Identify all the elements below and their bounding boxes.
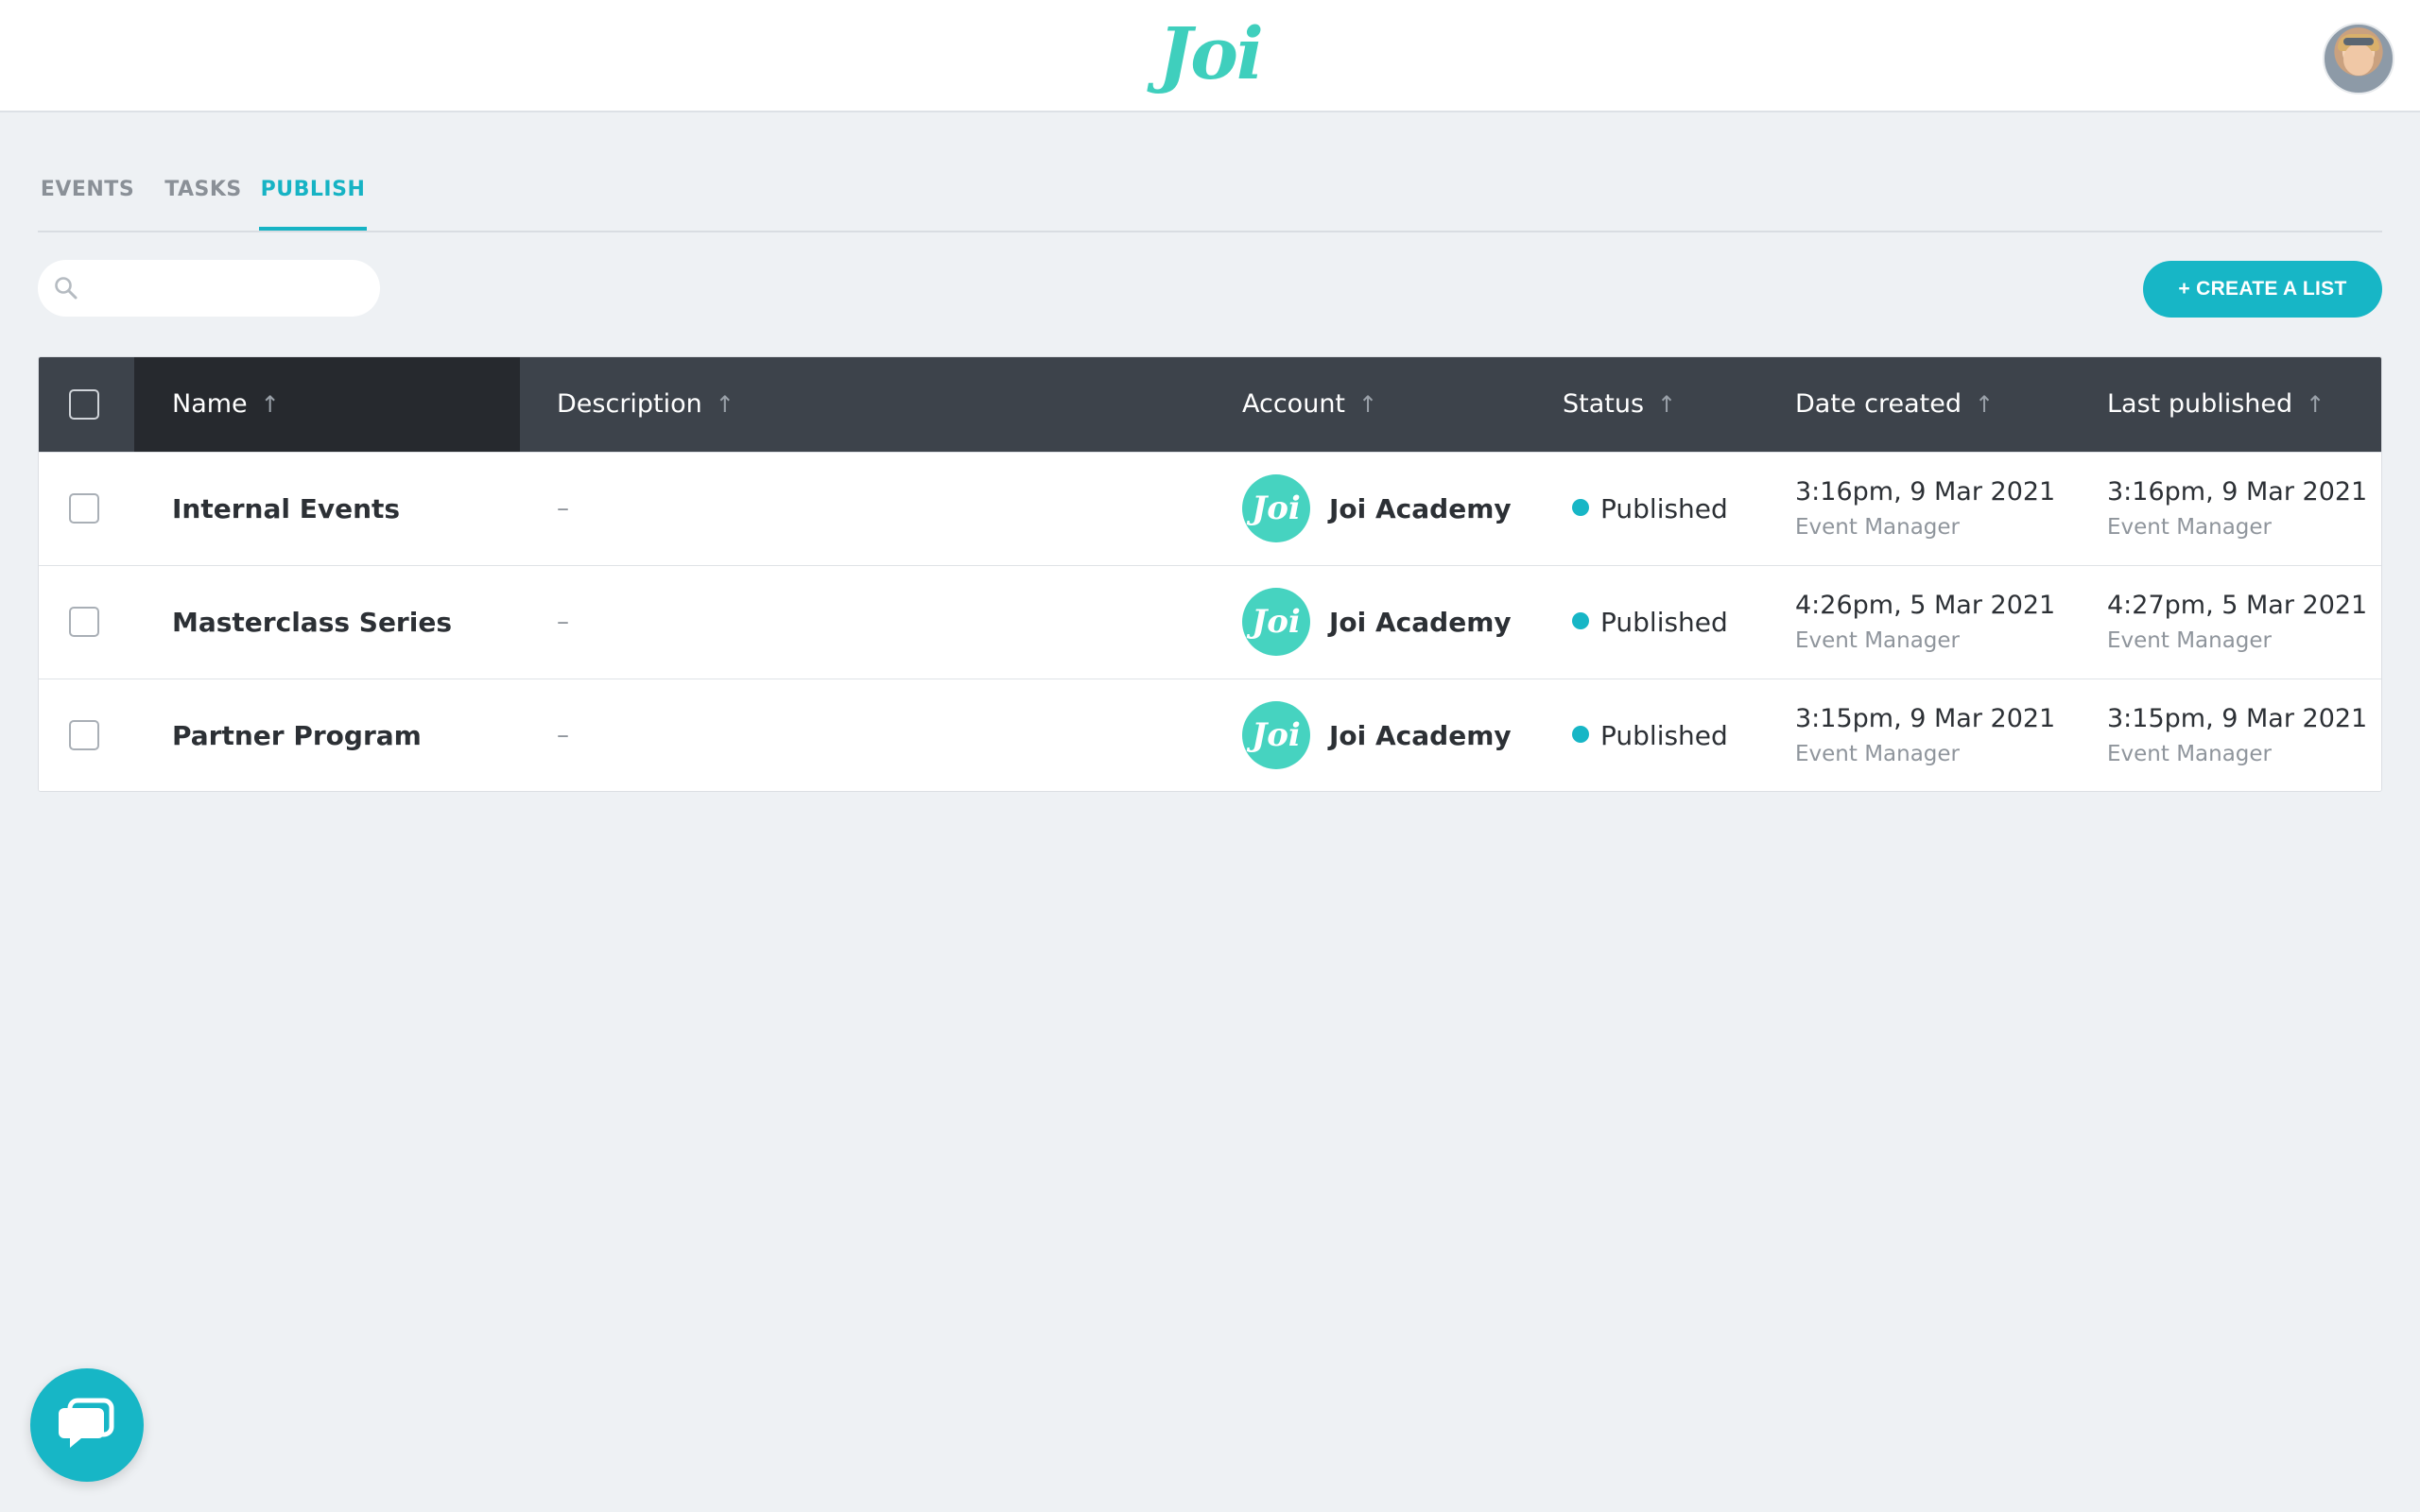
status-badge: Published (1572, 566, 1728, 679)
column-header-label: Name (172, 389, 248, 419)
arrow-up-icon: ↑ (2306, 391, 2325, 418)
column-header-label: Last published (2107, 389, 2293, 419)
tab-events[interactable]: EVENTS (38, 161, 137, 229)
list-name[interactable]: Masterclass Series (172, 566, 452, 679)
account-logo: Joi (1242, 701, 1310, 769)
list-name[interactable]: Internal Events (172, 453, 400, 565)
last-published-value: 3:16pm, 9 Mar 2021 (2107, 477, 2368, 507)
tab-bar: EVENTS TASKS PUBLISH (38, 161, 2382, 232)
published-by: Event Manager (2107, 742, 2273, 766)
status-badge: Published (1572, 453, 1728, 565)
select-all-checkbox[interactable] (69, 389, 99, 420)
arrow-up-icon: ↑ (1657, 391, 1677, 418)
date-created-value: 4:26pm, 5 Mar 2021 (1795, 591, 2056, 620)
table-row[interactable]: Partner Program – Joi Joi Academy Publis… (39, 679, 2381, 791)
account-name: Joi Academy (1329, 720, 1512, 751)
tab-publish[interactable]: PUBLISH (259, 161, 367, 231)
status-dot-icon (1572, 726, 1589, 743)
column-header-name[interactable]: Name ↑ (172, 357, 280, 452)
top-bar: Joi (0, 0, 2420, 112)
user-avatar[interactable] (2323, 23, 2394, 94)
status-badge: Published (1572, 679, 1728, 791)
column-header-date-created[interactable]: Date created ↑ (1795, 357, 1994, 452)
date-created: 3:16pm, 9 Mar 2021 Event Manager (1795, 475, 2055, 543)
account-name: Joi Academy (1329, 607, 1512, 638)
date-created: 3:15pm, 9 Mar 2021 Event Manager (1795, 702, 2055, 770)
search-input[interactable] (95, 269, 363, 309)
published-by: Event Manager (2107, 515, 2273, 540)
search-box (38, 260, 380, 317)
lists-table: Name ↑ Description ↑ Account ↑ Status ↑ Date… (38, 356, 2382, 792)
list-description: – (557, 721, 569, 749)
status-dot-icon (1572, 612, 1589, 629)
chat-launcher-button[interactable] (30, 1368, 144, 1482)
column-header-last-published[interactable]: Last published ↑ (2107, 357, 2325, 452)
search-icon (55, 277, 78, 300)
status-label: Published (1600, 493, 1728, 524)
create-list-button[interactable]: + CREATE A LIST (2143, 261, 2382, 318)
table-header: Name ↑ Description ↑ Account ↑ Status ↑ Date… (39, 357, 2381, 452)
created-by: Event Manager (1795, 515, 1961, 540)
status-label: Published (1600, 720, 1728, 751)
chat-bubble-icon (59, 1398, 114, 1448)
column-header-status[interactable]: Status ↑ (1563, 357, 1676, 452)
list-description: – (557, 608, 569, 636)
date-created-value: 3:16pm, 9 Mar 2021 (1795, 477, 2056, 507)
row-checkbox[interactable] (69, 493, 99, 524)
column-header-description[interactable]: Description ↑ (557, 357, 735, 452)
column-header-label: Account (1242, 389, 1346, 419)
joi-logo[interactable]: Joi (1153, 4, 1267, 102)
date-created-value: 3:15pm, 9 Mar 2021 (1795, 704, 2056, 733)
status-label: Published (1600, 607, 1728, 638)
last-published-value: 4:27pm, 5 Mar 2021 (2107, 591, 2368, 620)
account-logo: Joi (1242, 588, 1310, 656)
published-by: Event Manager (2107, 628, 2273, 653)
avatar-face (2343, 43, 2374, 76)
arrow-up-icon: ↑ (260, 391, 280, 418)
last-published: 3:15pm, 9 Mar 2021 Event Manager (2107, 702, 2367, 770)
column-header-account[interactable]: Account ↑ (1242, 357, 1377, 452)
row-checkbox[interactable] (69, 607, 99, 637)
arrow-up-icon: ↑ (715, 391, 735, 418)
arrow-up-icon: ↑ (1358, 391, 1378, 418)
list-description: – (557, 494, 569, 523)
status-dot-icon (1572, 499, 1589, 516)
date-created: 4:26pm, 5 Mar 2021 Event Manager (1795, 589, 2055, 657)
column-header-label: Status (1563, 389, 1645, 419)
account-logo: Joi (1242, 474, 1310, 542)
tab-tasks[interactable]: TASKS (156, 161, 251, 229)
arrow-up-icon: ↑ (1974, 391, 1995, 418)
last-published: 3:16pm, 9 Mar 2021 Event Manager (2107, 475, 2367, 543)
created-by: Event Manager (1795, 628, 1961, 653)
column-header-label: Description (557, 389, 702, 419)
created-by: Event Manager (1795, 742, 1961, 766)
list-name[interactable]: Partner Program (172, 679, 422, 791)
last-published-value: 3:15pm, 9 Mar 2021 (2107, 704, 2368, 733)
last-published: 4:27pm, 5 Mar 2021 Event Manager (2107, 589, 2367, 657)
account-name: Joi Academy (1329, 493, 1512, 524)
column-header-label: Date created (1795, 389, 1962, 419)
table-row[interactable]: Masterclass Series – Joi Joi Academy Pub… (39, 565, 2381, 679)
table-row[interactable]: Internal Events – Joi Joi Academy Publis… (39, 452, 2381, 565)
row-checkbox[interactable] (69, 720, 99, 750)
avatar-goggles (2343, 38, 2374, 45)
